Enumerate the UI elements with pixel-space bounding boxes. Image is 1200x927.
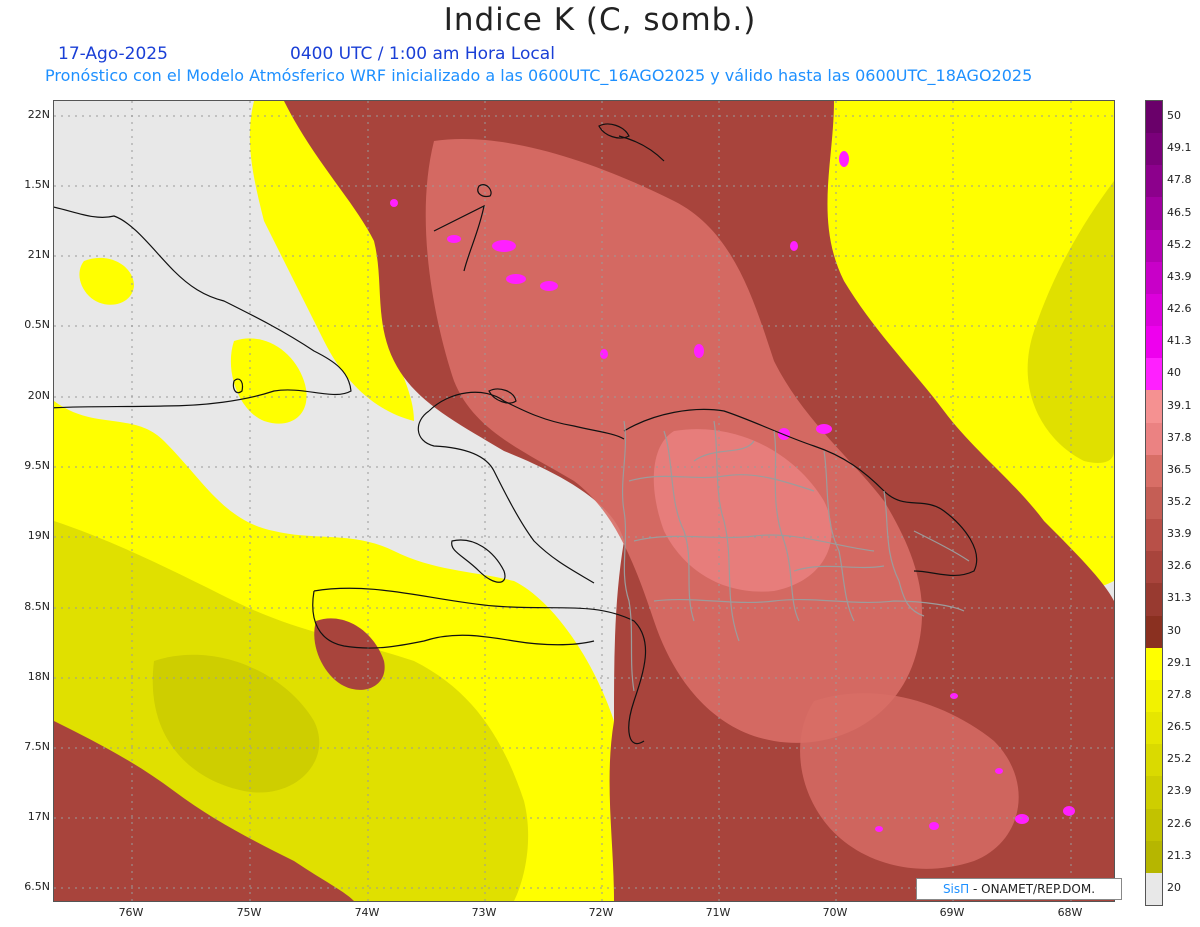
color-scale-label: 23.9: [1167, 784, 1192, 798]
map-panel: [53, 100, 1115, 902]
lon-label-74w: 74W: [354, 906, 380, 919]
lon-label-69w: 69W: [939, 906, 965, 919]
color-scale-segment: [1146, 422, 1162, 456]
color-scale-label: 49.1: [1167, 141, 1192, 155]
color-scale-segment: [1146, 261, 1162, 295]
map-canvas: [54, 101, 1114, 901]
color-scale-bar: [1145, 100, 1163, 906]
color-scale-label: 37.8: [1167, 430, 1192, 444]
color-scale-label: 47.8: [1167, 173, 1192, 187]
color-scale-segment: [1146, 165, 1162, 198]
color-scale-segment: [1146, 293, 1162, 327]
color-scale-label: 42.6: [1167, 302, 1192, 316]
lon-label-75w: 75W: [236, 906, 262, 919]
color-scale-label: 43.9: [1167, 269, 1192, 283]
color-scale-label: 29.1: [1167, 655, 1192, 669]
lat-label-20n: 20N: [27, 389, 50, 402]
lat-label-16-5n: 6.5N: [24, 880, 50, 893]
color-scale-segment: [1146, 133, 1162, 166]
lon-label-71w: 71W: [705, 906, 731, 919]
color-scale-segment: [1146, 679, 1162, 713]
color-scale-segment: [1146, 358, 1162, 391]
lon-label-72w: 72W: [588, 906, 614, 919]
color-scale-segment: [1146, 197, 1162, 231]
color-scale-label: 30: [1167, 623, 1181, 637]
color-scale-segment: [1146, 551, 1162, 584]
color-scale-label: 36.5: [1167, 462, 1192, 476]
lat-label-21n: 21N: [27, 248, 50, 261]
lat-label-17n: 17N: [27, 810, 50, 823]
color-scale-label: 39.1: [1167, 398, 1192, 412]
color-scale-segment: [1146, 583, 1162, 617]
color-scale-segment: [1146, 615, 1162, 649]
color-scale-label: 33.9: [1167, 527, 1192, 541]
color-scale-label: 25.2: [1167, 752, 1192, 766]
attribution-text: - ONAMET/REP.DOM.: [973, 882, 1096, 896]
lon-label-70w: 70W: [822, 906, 848, 919]
color-scale-label: 26.5: [1167, 720, 1192, 734]
color-scale-segment: [1146, 712, 1162, 745]
attribution-box: SisΠ - ONAMET/REP.DOM.: [916, 878, 1122, 900]
lat-label-19-5n: 9.5N: [24, 459, 50, 472]
color-scale-label: 22.6: [1167, 816, 1192, 830]
color-scale-segment: [1146, 519, 1162, 552]
color-scale-segment: [1146, 776, 1162, 810]
color-scale-segment: [1146, 872, 1162, 906]
lon-label-68w: 68W: [1057, 906, 1083, 919]
color-scale-label: 40: [1167, 366, 1181, 380]
lat-label-18n: 18N: [27, 670, 50, 683]
lat-label-20-5n: 0.5N: [24, 318, 50, 331]
forecast-date: 17-Ago-2025: [58, 44, 168, 64]
color-scale-label: 35.2: [1167, 495, 1192, 508]
color-scale-label: 27.8: [1167, 687, 1192, 701]
color-scale-segment: [1146, 840, 1162, 874]
color-scale-segment: [1146, 647, 1162, 681]
color-scale-label: 41.3: [1167, 334, 1192, 348]
color-scale-segment: [1146, 101, 1162, 134]
color-scale-segment: [1146, 390, 1162, 424]
color-scale-label: 45.2: [1167, 237, 1192, 251]
forecast-time: 0400 UTC / 1:00 am Hora Local: [290, 44, 555, 64]
color-scale-segment: [1146, 454, 1162, 488]
lat-label-18-5n: 8.5N: [24, 600, 50, 613]
chart-title: Indice K (C, somb.): [443, 2, 757, 38]
lat-label-22n: 22N: [27, 108, 50, 121]
lon-label-73w: 73W: [471, 906, 497, 919]
forecast-subtitle: Pronóstico con el Modelo Atmósferico WRF…: [45, 66, 1033, 85]
color-scale-segment: [1146, 326, 1162, 359]
lat-label-21-5n: 1.5N: [24, 178, 50, 191]
sispi-logo-text: SisΠ: [942, 882, 970, 896]
color-scale-label: 50: [1167, 109, 1181, 123]
color-scale-label: 20: [1167, 880, 1181, 894]
lat-label-19n: 19N: [27, 529, 50, 542]
color-scale-label: 31.3: [1167, 591, 1192, 605]
color-scale-segment: [1146, 486, 1162, 520]
color-scale-segment: [1146, 808, 1162, 842]
color-scale-segment: [1146, 229, 1162, 263]
lat-label-17-5n: 7.5N: [24, 740, 50, 753]
lon-label-76w: 76W: [118, 906, 144, 919]
color-scale-label: 21.3: [1167, 848, 1192, 862]
color-scale-label: 46.5: [1167, 205, 1192, 219]
color-scale-segment: [1146, 744, 1162, 777]
color-scale-label: 32.6: [1167, 559, 1192, 573]
